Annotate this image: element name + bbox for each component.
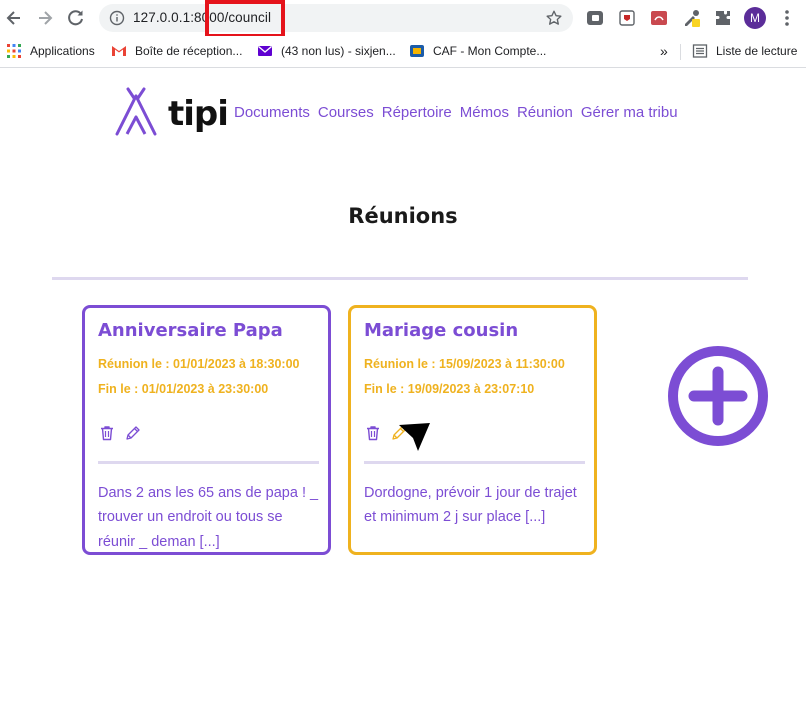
bookmarks-overflow-button[interactable]: »	[660, 42, 668, 60]
meeting-card[interactable]: Anniversaire Papa Réunion le : 01/01/202…	[82, 305, 331, 555]
edit-pencil-icon[interactable]	[124, 424, 142, 442]
bookmarks-separator	[680, 44, 681, 60]
extensions-puzzle-icon[interactable]	[713, 8, 733, 28]
page-title: Réunions	[348, 204, 458, 228]
reading-list-button[interactable]: Liste de lecture	[692, 42, 797, 60]
bookmark-label: Boîte de réception...	[135, 44, 243, 58]
eyedropper-extension-icon[interactable]	[681, 8, 701, 28]
address-bar[interactable]: 127.0.0.1:8000/council	[99, 0, 573, 38]
profile-avatar[interactable]: M	[744, 7, 766, 29]
gmail-icon	[112, 46, 126, 56]
reading-list-icon	[692, 44, 708, 58]
bookmark-applications[interactable]: Applications	[6, 42, 95, 60]
bookmark-label: Applications	[30, 44, 95, 58]
reading-list-label: Liste de lecture	[716, 44, 798, 58]
reload-icon[interactable]	[66, 8, 86, 28]
meeting-description: Dordogne, prévoir 1 jour de trajet et mi…	[364, 485, 577, 526]
add-meeting-plus-icon[interactable]	[667, 345, 769, 447]
meeting-actions	[364, 424, 408, 442]
caf-icon	[410, 45, 424, 57]
bookmark-label: CAF - Mon Compte...	[433, 44, 547, 58]
meeting-actions	[98, 424, 142, 442]
nav-link-memos[interactable]: Mémos	[460, 104, 509, 121]
meeting-dates: Réunion le : 15/09/2023 à 11:30:00 Fin l…	[364, 357, 565, 396]
nav-link-documents[interactable]: Documents	[234, 104, 310, 121]
nav-link-courses[interactable]: Courses	[318, 104, 374, 121]
meeting-card[interactable]: Mariage cousin Réunion le : 15/09/2023 à…	[348, 305, 597, 555]
delete-trash-icon[interactable]	[98, 424, 116, 442]
nav-link-reunion[interactable]: Réunion	[517, 104, 573, 121]
yahoo-mail-icon	[258, 45, 272, 56]
bookmark-gmail[interactable]: Boîte de réception...	[111, 42, 242, 60]
delete-trash-icon[interactable]	[364, 424, 382, 442]
bookmark-star-icon[interactable]	[545, 9, 563, 27]
bookmarks-bar: Applications Boîte de réception... (43 n…	[0, 36, 806, 68]
meeting-description: Dans 2 ans les 65 ans de papa ! _ trouve…	[98, 485, 319, 550]
meeting-dates: Réunion le : 01/01/2023 à 18:30:00 Fin l…	[98, 357, 300, 396]
brand-name[interactable]: tipi	[168, 94, 229, 134]
bookmark-label: (43 non lus) - sixjen...	[281, 44, 396, 58]
edit-pencil-icon[interactable]	[390, 424, 408, 442]
extension-red-icon[interactable]	[649, 8, 669, 28]
browser-toolbar: 127.0.0.1:8000/council M	[0, 0, 806, 38]
bookmark-yahoo-mail[interactable]: (43 non lus) - sixjen...	[257, 42, 396, 60]
back-arrow-icon[interactable]	[4, 8, 24, 28]
forward-arrow-icon[interactable]	[35, 8, 55, 28]
nav-link-repertoire[interactable]: Répertoire	[382, 104, 452, 121]
card-divider	[364, 461, 585, 464]
meeting-title[interactable]: Anniversaire Papa	[98, 320, 283, 341]
nav-link-gerer-tribu[interactable]: Gérer ma tribu	[581, 104, 678, 121]
bookmark-caf[interactable]: CAF - Mon Compte...	[409, 42, 546, 60]
browser-menu-icon[interactable]	[780, 8, 794, 28]
extension-shield-icon[interactable]	[617, 8, 637, 28]
main-nav: Documents Courses Répertoire Mémos Réuni…	[234, 104, 678, 121]
apps-grid-icon	[7, 44, 21, 58]
meeting-title[interactable]: Mariage cousin	[364, 320, 518, 341]
title-divider	[52, 277, 748, 280]
extension-puzzle-dark-icon[interactable]	[585, 8, 605, 28]
url-annotation-box	[205, 0, 285, 38]
card-divider	[98, 461, 319, 464]
site-info-icon[interactable]	[109, 10, 125, 26]
tipi-logo-icon[interactable]	[114, 87, 158, 137]
